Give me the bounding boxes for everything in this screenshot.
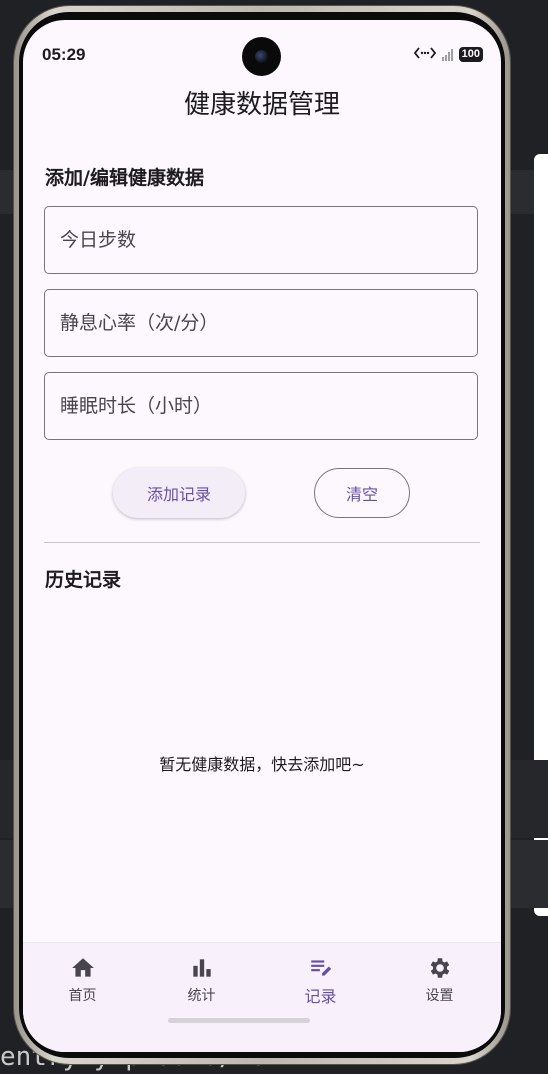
status-time: 05:29 bbox=[42, 45, 86, 64]
empty-state-text: 暂无健康数据，快去添加吧~ bbox=[159, 755, 365, 774]
clear-button[interactable]: 清空 bbox=[314, 468, 410, 518]
phone-screen: 05:29 100 健康数据管理 添加/编辑健康数据 今日步数 静息心率（次/分… bbox=[23, 20, 501, 1052]
nav-label-stats: 统计 bbox=[187, 988, 216, 1004]
gear-icon bbox=[430, 958, 449, 978]
section-title-history: 历史记录 bbox=[45, 569, 122, 591]
status-bar: 05:29 100 bbox=[23, 20, 501, 88]
add-record-button[interactable]: 添加记录 bbox=[113, 468, 245, 518]
status-icons: 100 bbox=[413, 47, 483, 62]
bottom-navigation: 首页 统计 记录 设置 bbox=[23, 942, 501, 1052]
nav-label-settings: 设置 bbox=[425, 988, 454, 1004]
section-title-add-edit: 添加/编辑健康数据 bbox=[45, 167, 204, 189]
heart-rate-input[interactable] bbox=[45, 290, 477, 356]
page-title: 健康数据管理 bbox=[183, 90, 340, 120]
edit-note-icon bbox=[310, 960, 331, 976]
home-indicator[interactable] bbox=[168, 1018, 310, 1023]
bar-chart-icon bbox=[192, 959, 211, 977]
front-camera bbox=[242, 37, 281, 76]
sleep-duration-field[interactable] bbox=[44, 372, 478, 440]
battery-indicator: 100 bbox=[458, 47, 483, 62]
nav-item-records[interactable]: 记录 bbox=[261, 955, 380, 1025]
divider bbox=[44, 542, 480, 543]
nav-item-home[interactable]: 首页 bbox=[23, 955, 142, 1025]
steps-field[interactable] bbox=[44, 206, 478, 274]
signal-icon bbox=[441, 48, 453, 61]
nav-item-stats[interactable]: 统计 bbox=[142, 955, 261, 1025]
data-transfer-icon bbox=[413, 47, 436, 62]
steps-input[interactable] bbox=[45, 207, 477, 273]
home-icon bbox=[71, 958, 94, 977]
heart-rate-field[interactable] bbox=[44, 289, 478, 357]
nav-item-settings[interactable]: 设置 bbox=[380, 955, 499, 1025]
nav-label-records: 记录 bbox=[304, 987, 337, 1006]
nav-label-home: 首页 bbox=[68, 988, 97, 1004]
sleep-duration-input[interactable] bbox=[45, 373, 477, 439]
